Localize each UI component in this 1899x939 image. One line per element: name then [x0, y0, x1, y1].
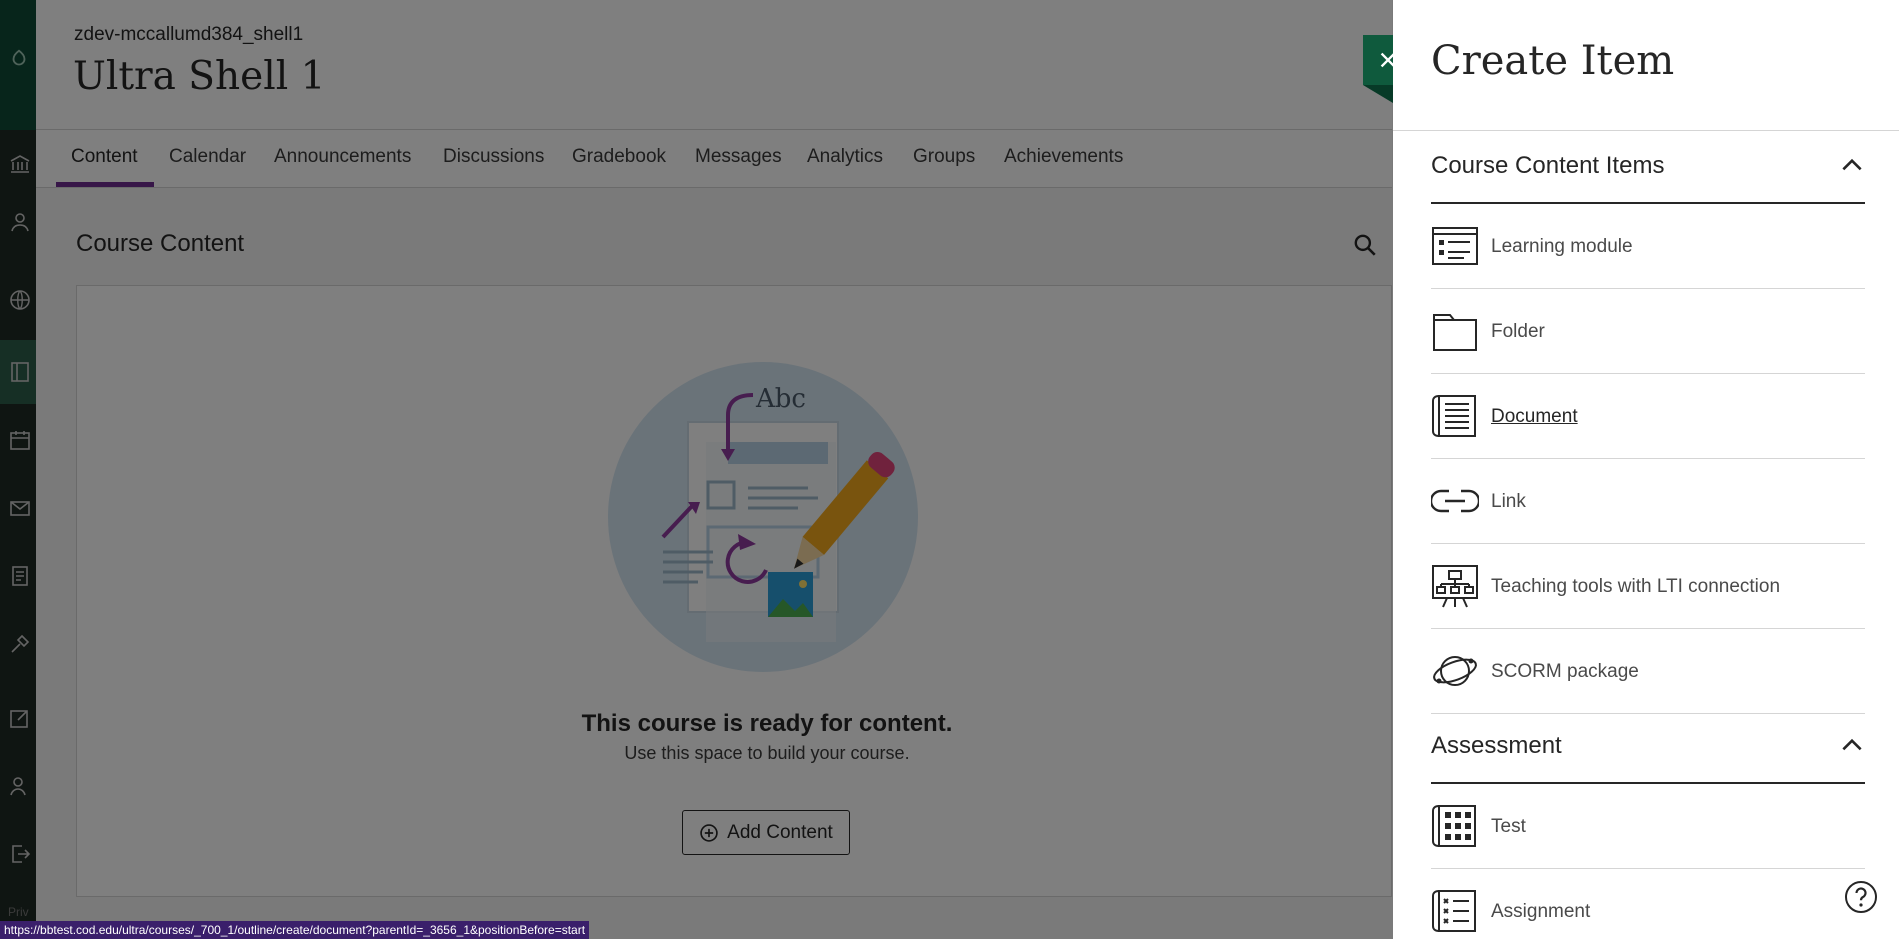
item-link[interactable]: Link [1429, 459, 1865, 544]
lti-tools-icon [1431, 562, 1479, 610]
item-label: Test [1491, 816, 1526, 837]
test-icon [1431, 802, 1479, 850]
scorm-icon [1431, 647, 1479, 695]
section-course-content-items[interactable]: Course Content Items [1431, 130, 1865, 204]
learning-module-icon [1431, 222, 1479, 270]
item-label: Link [1491, 491, 1526, 512]
folder-icon [1431, 307, 1479, 355]
chevron-up-icon [1842, 738, 1862, 751]
panel-title: Create Item [1431, 38, 1675, 84]
create-item-panel: Create Item Course Content Items Learnin… [1393, 0, 1899, 939]
section-label: Course Content Items [1431, 152, 1665, 179]
item-scorm-package[interactable]: SCORM package [1431, 629, 1865, 714]
item-test[interactable]: Test [1431, 784, 1865, 869]
item-learning-module[interactable]: Learning module [1431, 204, 1865, 289]
document-icon [1431, 392, 1479, 440]
item-label: SCORM package [1491, 661, 1639, 682]
chevron-up-icon [1842, 158, 1862, 171]
item-label: Learning module [1491, 236, 1633, 257]
assignment-icon [1431, 887, 1479, 935]
status-bar-url: https://bbtest.cod.edu/ultra/courses/_70… [0, 921, 590, 939]
link-icon [1429, 477, 1481, 525]
item-folder[interactable]: Folder [1431, 289, 1865, 374]
modal-overlay[interactable] [0, 0, 1393, 939]
item-label: Document [1491, 406, 1578, 427]
section-assessment[interactable]: Assessment [1431, 710, 1865, 784]
item-label: Folder [1491, 321, 1545, 342]
item-label: Assignment [1491, 901, 1591, 922]
section-label: Assessment [1431, 732, 1562, 759]
item-teaching-tools-lti[interactable]: Teaching tools with LTI connection [1431, 544, 1865, 629]
help-icon[interactable] [1844, 880, 1878, 914]
item-document[interactable]: Document [1431, 374, 1865, 459]
item-label: Teaching tools with LTI connection [1491, 576, 1781, 597]
item-assignment[interactable]: Assignment [1431, 869, 1865, 939]
